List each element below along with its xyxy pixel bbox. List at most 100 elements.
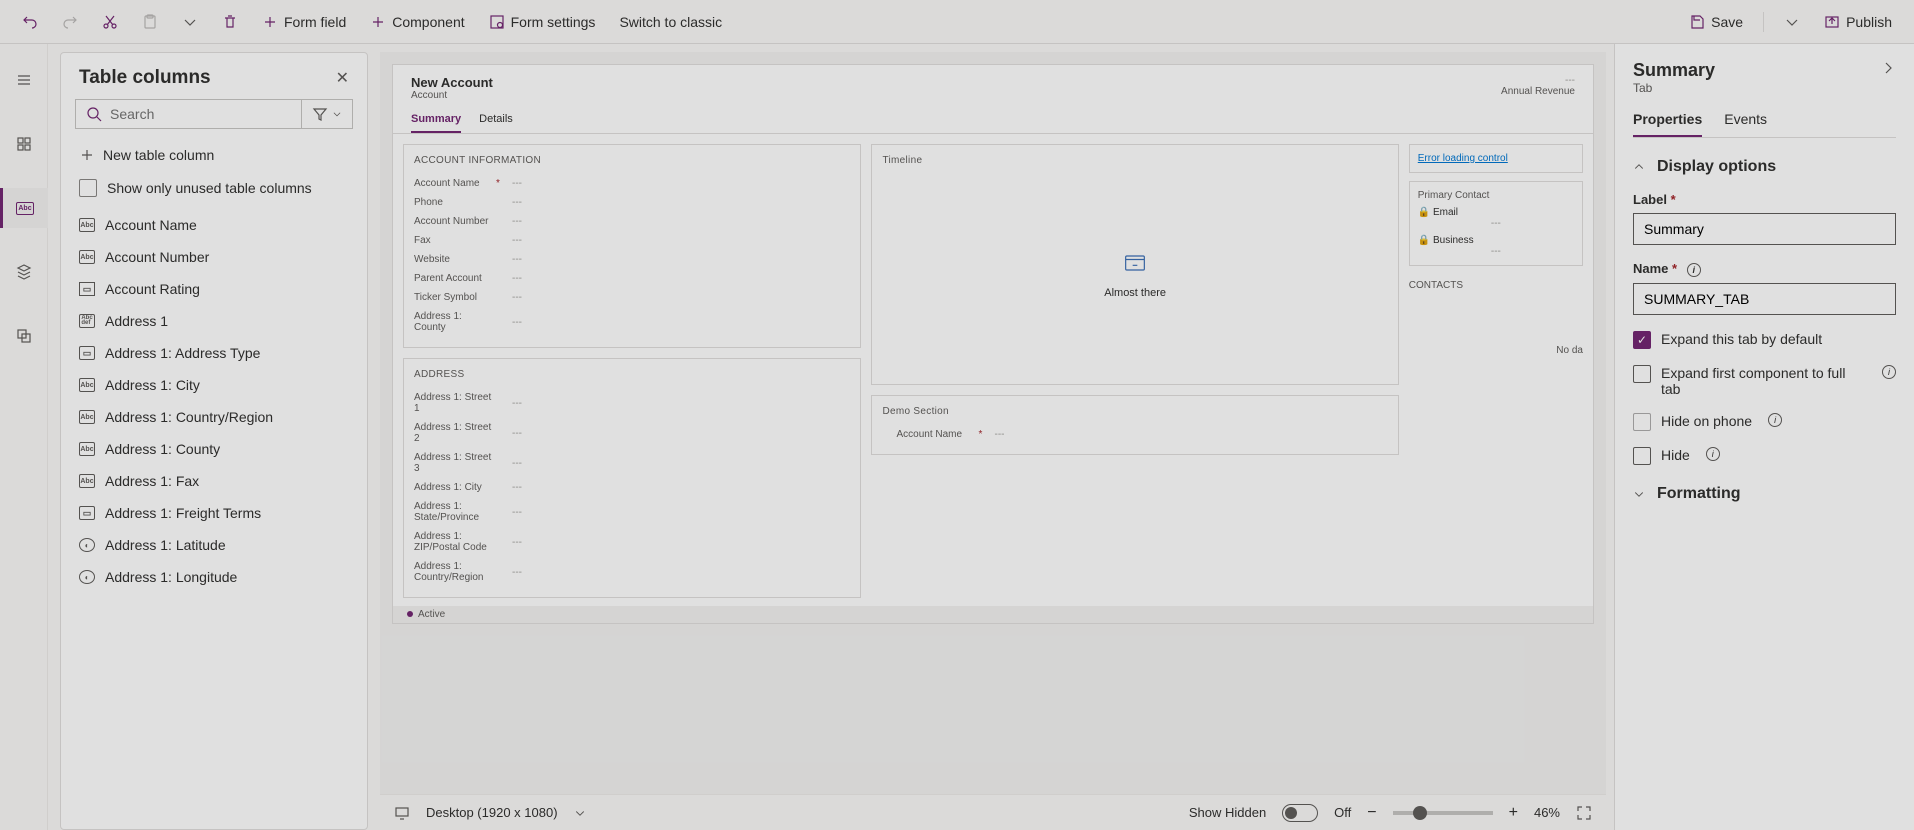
formatting-header[interactable]: Formatting xyxy=(1633,485,1896,503)
column-item[interactable]: ◐Address 1: Longitude xyxy=(61,561,367,593)
label-input[interactable] xyxy=(1633,213,1896,245)
column-item[interactable]: ◐Address 1: Latitude xyxy=(61,529,367,561)
component-label: Component xyxy=(392,14,464,30)
column-item[interactable]: AbcAccount Name xyxy=(61,209,367,241)
hamburger-button[interactable] xyxy=(0,60,48,100)
annual-revenue-label: Annual Revenue xyxy=(1501,86,1575,97)
table-columns-panel: Table columns ✕ New table column Show on… xyxy=(60,52,368,830)
details-tab[interactable]: Details xyxy=(479,109,513,133)
timeline-message: Almost there xyxy=(1104,287,1166,299)
top-toolbar: Form field Component Form settings Switc… xyxy=(0,0,1914,44)
name-field-label: Name * i xyxy=(1633,261,1896,277)
save-label: Save xyxy=(1711,14,1743,30)
form-title: New Account xyxy=(411,75,493,90)
save-button[interactable]: Save xyxy=(1681,8,1751,36)
expand-first-checkbox[interactable] xyxy=(1633,365,1651,383)
expand-default-checkbox-row[interactable]: ✓ Expand this tab by default xyxy=(1633,331,1896,349)
zoom-value: 46% xyxy=(1534,805,1560,820)
contacts-label: CONTACTS xyxy=(1409,274,1583,297)
chevron-down-icon[interactable] xyxy=(574,805,586,821)
properties-tab[interactable]: Properties xyxy=(1633,111,1702,137)
cut-button[interactable] xyxy=(94,8,126,36)
funnel-icon xyxy=(312,106,328,122)
paste-dropdown[interactable] xyxy=(174,8,206,36)
chevron-down-icon xyxy=(1633,486,1645,502)
search-input[interactable] xyxy=(110,106,291,122)
zoom-out-button[interactable]: − xyxy=(1367,804,1376,822)
hidden-state: Off xyxy=(1334,805,1351,820)
label-field-label: Label * xyxy=(1633,192,1896,207)
column-item[interactable]: AbcAccount Number xyxy=(61,241,367,273)
show-unused-label: Show only unused table columns xyxy=(107,180,312,196)
redo-button[interactable] xyxy=(54,8,86,36)
column-item[interactable]: AbcAddress 1: Country/Region xyxy=(61,401,367,433)
tree-rail-button[interactable] xyxy=(0,252,48,292)
hide-phone-checkbox-row[interactable]: Hide on phone i xyxy=(1633,413,1896,431)
expand-first-checkbox-row[interactable]: Expand first component to full tab i xyxy=(1633,365,1896,397)
summary-tab[interactable]: Summary xyxy=(411,109,461,133)
info-icon[interactable]: i xyxy=(1706,447,1720,461)
new-table-column-button[interactable]: New table column xyxy=(61,139,367,171)
device-icon xyxy=(394,805,410,821)
zoom-in-button[interactable]: + xyxy=(1509,804,1518,822)
column-item[interactable]: AbcAddress 1: County xyxy=(61,433,367,465)
column-item[interactable]: AbcdefAddress 1 xyxy=(61,305,367,337)
fit-button[interactable] xyxy=(1576,805,1592,821)
add-form-field-button[interactable]: Form field xyxy=(254,8,354,36)
publish-button[interactable]: Publish xyxy=(1816,8,1900,36)
form-settings-button[interactable]: Form settings xyxy=(481,8,604,36)
chevron-right-icon[interactable] xyxy=(1880,60,1896,76)
chevron-down-icon xyxy=(332,106,342,122)
form-canvas[interactable]: New Account Account --- Annual Revenue S… xyxy=(380,52,1606,794)
paste-button[interactable] xyxy=(134,8,166,36)
display-options-header[interactable]: Display options xyxy=(1633,158,1896,176)
timeline-section[interactable]: Timeline Almost there xyxy=(871,144,1398,385)
device-label[interactable]: Desktop (1920 x 1080) xyxy=(426,805,558,820)
info-icon[interactable]: i xyxy=(1768,413,1782,427)
filter-button[interactable] xyxy=(302,99,353,129)
hide-phone-checkbox[interactable] xyxy=(1633,413,1651,431)
account-info-section[interactable]: ACCOUNT INFORMATION Account Name*--- Pho… xyxy=(403,144,861,348)
form-preview[interactable]: New Account Account --- Annual Revenue S… xyxy=(392,64,1594,624)
columns-rail-button[interactable]: Abc xyxy=(0,188,48,228)
publish-label: Publish xyxy=(1846,14,1892,30)
switch-classic-button[interactable]: Switch to classic xyxy=(611,8,730,36)
name-input[interactable] xyxy=(1633,283,1896,315)
show-hidden-toggle[interactable] xyxy=(1282,804,1318,822)
form-subtitle: Account xyxy=(411,90,493,101)
components-rail-button[interactable] xyxy=(0,124,48,164)
show-unused-checkbox[interactable] xyxy=(79,179,97,197)
hide-checkbox-row[interactable]: Hide i xyxy=(1633,447,1896,465)
chevron-down-icon xyxy=(1633,159,1645,175)
columns-panel-title: Table columns xyxy=(79,67,211,89)
search-icon xyxy=(86,106,102,122)
info-icon[interactable]: i xyxy=(1687,263,1701,277)
column-item[interactable]: ▭Address 1: Freight Terms xyxy=(61,497,367,529)
info-icon[interactable]: i xyxy=(1882,365,1896,379)
column-item[interactable]: ▭Address 1: Address Type xyxy=(61,337,367,369)
demo-section[interactable]: Demo Section Account Name*--- xyxy=(871,395,1398,455)
save-dropdown[interactable] xyxy=(1776,8,1808,36)
close-panel-button[interactable]: ✕ xyxy=(336,68,349,88)
show-unused-checkbox-row[interactable]: Show only unused table columns xyxy=(61,171,367,205)
column-item[interactable]: ▭Account Rating xyxy=(61,273,367,305)
column-item[interactable]: AbcAddress 1: City xyxy=(61,369,367,401)
hide-checkbox[interactable] xyxy=(1633,447,1651,465)
bottom-bar: Desktop (1920 x 1080) Show Hidden Off − … xyxy=(380,794,1606,830)
form-lib-rail-button[interactable] xyxy=(0,316,48,356)
folder-icon xyxy=(1121,249,1149,277)
search-box[interactable] xyxy=(75,99,302,129)
primary-contact-box[interactable]: Primary Contact 🔒 Email --- 🔒 Business -… xyxy=(1409,181,1583,266)
properties-panel: Summary Tab Properties Events Display op… xyxy=(1614,44,1914,830)
undo-button[interactable] xyxy=(14,8,46,36)
column-item[interactable]: AbcAddress 1: Fax xyxy=(61,465,367,497)
error-control-box[interactable]: Error loading control xyxy=(1409,144,1583,173)
address-section[interactable]: ADDRESS Address 1: Street 1--- Address 1… xyxy=(403,358,861,598)
events-tab[interactable]: Events xyxy=(1724,111,1767,137)
no-data-label: No da xyxy=(1409,345,1583,356)
show-hidden-label: Show Hidden xyxy=(1189,805,1266,820)
delete-button[interactable] xyxy=(214,8,246,36)
expand-default-checkbox[interactable]: ✓ xyxy=(1633,331,1651,349)
zoom-slider[interactable] xyxy=(1393,811,1493,815)
add-component-button[interactable]: Component xyxy=(362,8,472,36)
